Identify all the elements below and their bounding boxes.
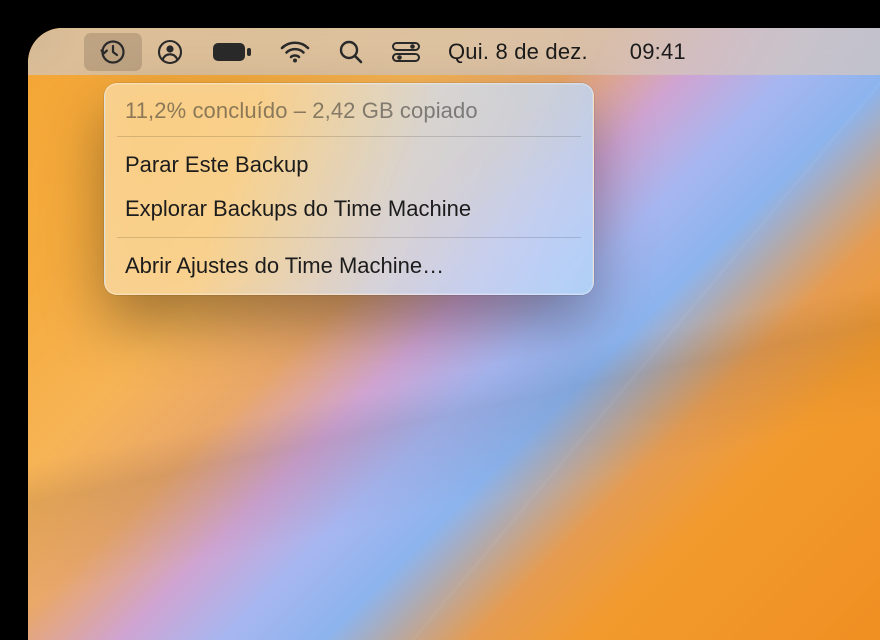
open-time-machine-settings-menu-item[interactable]: Abrir Ajustes do Time Machine… xyxy=(105,244,593,288)
menu-bar: Qui. 8 de dez. 09:41 xyxy=(28,28,880,75)
battery-full-icon xyxy=(212,42,252,62)
time-machine-icon xyxy=(98,37,128,67)
battery-menubar-icon[interactable] xyxy=(198,33,266,71)
backup-status-text: 11,2% concluído – 2,42 GB copiado xyxy=(105,84,593,136)
browse-backups-menu-item[interactable]: Explorar Backups do Time Machine xyxy=(105,187,593,231)
control-center-icon xyxy=(392,41,420,63)
menubar-time[interactable]: 09:41 xyxy=(616,33,700,71)
wifi-icon xyxy=(280,40,310,64)
search-icon xyxy=(338,39,364,65)
menubar-date[interactable]: Qui. 8 de dez. xyxy=(434,33,602,71)
spotlight-menubar-icon[interactable] xyxy=(324,33,378,71)
time-machine-menubar-icon[interactable] xyxy=(84,33,142,71)
stop-backup-menu-item[interactable]: Parar Este Backup xyxy=(105,143,593,187)
user-account-menubar-icon[interactable] xyxy=(142,33,198,71)
desktop-screen: Qui. 8 de dez. 09:41 11,2% concluído – 2… xyxy=(28,28,880,640)
user-icon xyxy=(156,38,184,66)
control-center-menubar-icon[interactable] xyxy=(378,33,434,71)
device-frame: Qui. 8 de dez. 09:41 11,2% concluído – 2… xyxy=(0,0,880,640)
time-machine-dropdown-menu: 11,2% concluído – 2,42 GB copiado Parar … xyxy=(104,83,594,295)
wifi-menubar-icon[interactable] xyxy=(266,33,324,71)
